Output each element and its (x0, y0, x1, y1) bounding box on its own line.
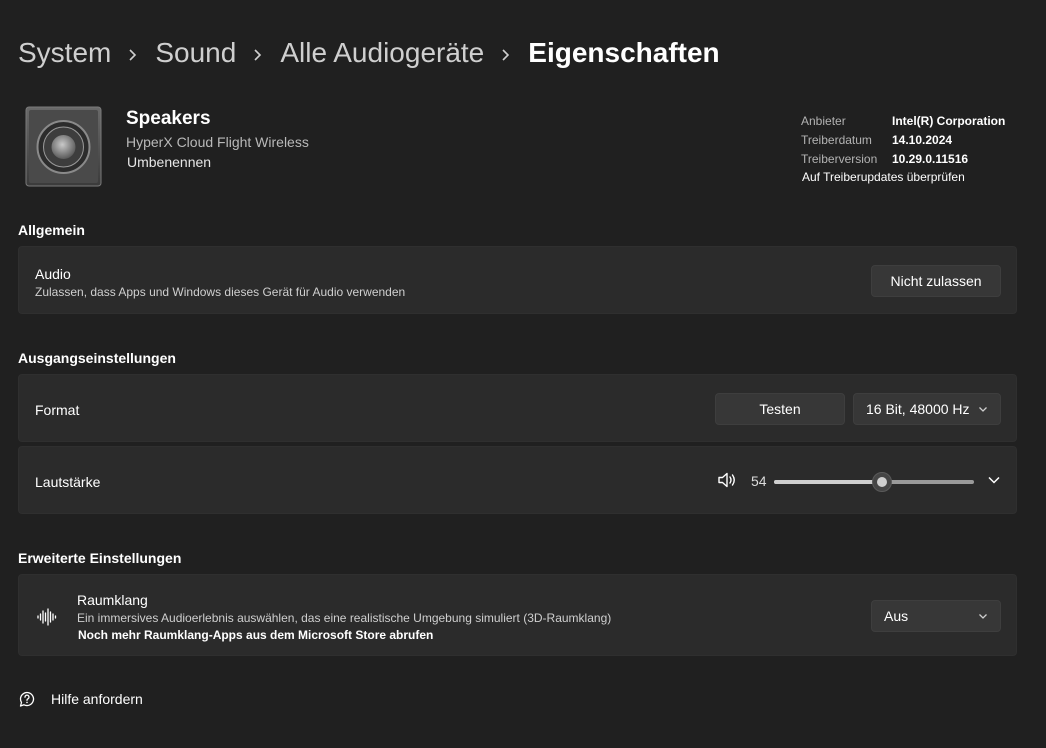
driver-date-row: Treiberdatum 14.10.2024 (801, 130, 1005, 149)
format-card: Format Testen 16 Bit, 48000 Hz (18, 374, 1017, 442)
volume-slider[interactable] (774, 472, 974, 492)
section-title-general: Allgemein (18, 222, 85, 238)
spatial-sound-icon (37, 607, 57, 627)
audio-description: Zulassen, dass Apps und Windows dieses G… (35, 285, 406, 299)
spatial-sound-card: Raumklang Ein immersives Audioerlebnis a… (18, 574, 1017, 656)
device-model: HyperX Cloud Flight Wireless (126, 134, 309, 150)
driver-provider-label: Anbieter (801, 113, 846, 128)
breadcrumb-sound[interactable]: Sound (155, 37, 236, 69)
rename-link[interactable]: Umbenennen (127, 154, 211, 170)
driver-version-row: Treiberversion 10.29.0.11516 (801, 149, 1005, 168)
chevron-right-icon (236, 37, 280, 69)
volume-slider-fill (774, 480, 882, 484)
format-title: Format (35, 402, 80, 418)
help-link[interactable]: Hilfe anfordern (18, 690, 143, 708)
driver-info: Anbieter Intel(R) Corporation Treiberdat… (801, 111, 1005, 168)
volume-title: Lautstärke (35, 474, 101, 490)
driver-update-link[interactable]: Auf Treiberupdates überprüfen (802, 170, 965, 184)
breadcrumb: System Sound Alle Audiogeräte Eigenschaf… (18, 30, 720, 76)
volume-card: Lautstärke 54 (18, 446, 1017, 514)
chevron-down-icon (979, 407, 987, 412)
spatial-sound-select-value: Aus (884, 608, 909, 624)
speaker-device-icon (25, 106, 102, 187)
page-title: Eigenschaften (528, 37, 720, 68)
volume-value: 54 (751, 473, 767, 489)
spatial-sound-description: Ein immersives Audioerlebnis auswählen, … (77, 611, 612, 625)
format-select-value: 16 Bit, 48000 Hz (866, 401, 970, 417)
test-button[interactable]: Testen (715, 393, 845, 425)
driver-version-label: Treiberversion (801, 151, 878, 166)
section-title-advanced: Erweiterte Einstellungen (18, 550, 182, 566)
driver-version-value: 10.29.0.11516 (892, 151, 969, 166)
driver-provider-value: Intel(R) Corporation (892, 113, 1006, 128)
disallow-audio-button[interactable]: Nicht zulassen (871, 265, 1001, 297)
spatial-store-link[interactable]: Noch mehr Raumklang-Apps aus dem Microso… (78, 628, 433, 642)
chevron-right-icon (484, 37, 528, 69)
spatial-sound-title: Raumklang (77, 592, 148, 608)
volume-slider-thumb[interactable] (872, 472, 892, 492)
spatial-sound-select[interactable]: Aus (871, 600, 1001, 632)
breadcrumb-system[interactable]: System (18, 37, 111, 69)
breadcrumb-all-audio-devices[interactable]: Alle Audiogeräte (280, 37, 484, 69)
speaker-volume-icon[interactable] (717, 471, 737, 489)
driver-date-value: 14.10.2024 (892, 132, 953, 147)
audio-card: Audio Zulassen, dass Apps und Windows di… (18, 246, 1017, 314)
chevron-down-icon (979, 614, 987, 619)
chevron-right-icon (111, 37, 155, 69)
help-chat-icon (18, 690, 36, 708)
help-label: Hilfe anfordern (51, 691, 143, 707)
device-name: Speakers (126, 108, 211, 129)
section-title-output: Ausgangseinstellungen (18, 350, 176, 366)
chevron-down-icon[interactable] (987, 473, 1001, 487)
driver-provider-row: Anbieter Intel(R) Corporation (801, 111, 1005, 130)
format-select[interactable]: 16 Bit, 48000 Hz (853, 393, 1001, 425)
driver-date-label: Treiberdatum (801, 132, 872, 147)
audio-title: Audio (35, 266, 71, 282)
